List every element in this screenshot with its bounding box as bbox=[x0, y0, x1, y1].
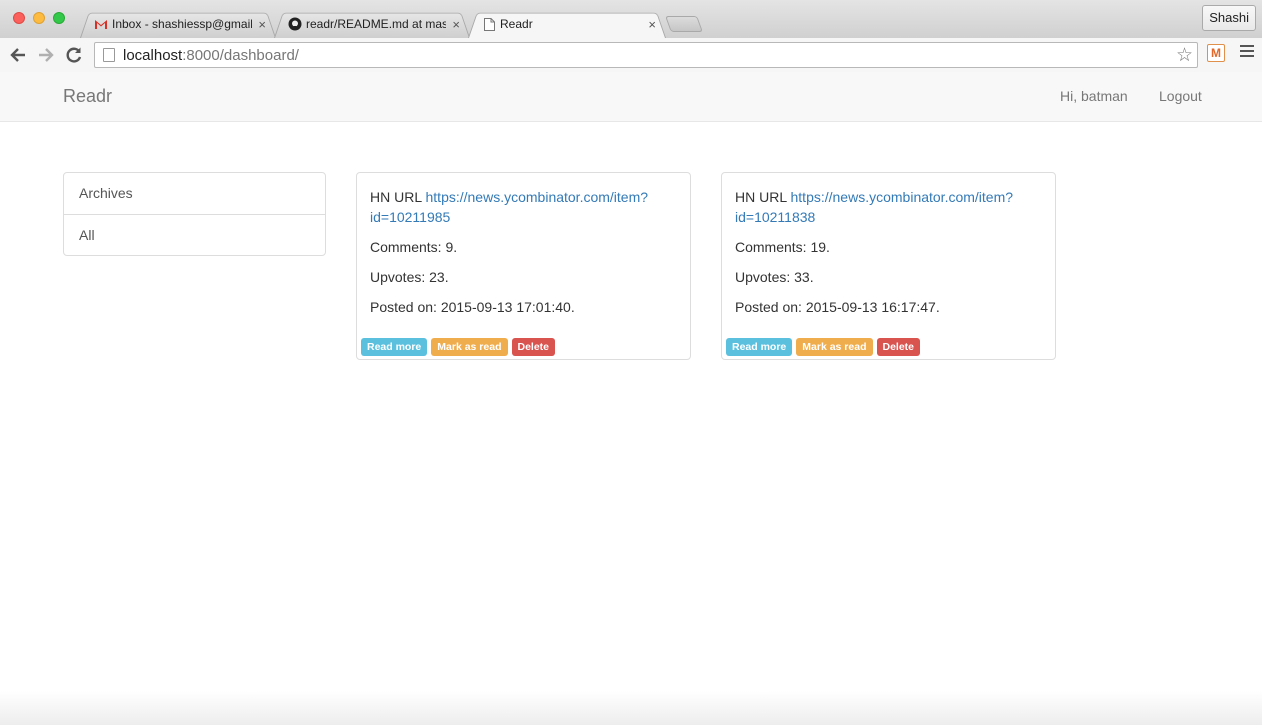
browser-tab-readr[interactable]: Readr × bbox=[468, 10, 666, 38]
bottom-shadow bbox=[0, 691, 1262, 725]
minimize-window-button[interactable] bbox=[33, 12, 45, 24]
browser-chrome: Inbox - shashiessp@gmail.com × readr/REA… bbox=[0, 0, 1262, 72]
url-text: localhost:8000/dashboard/ bbox=[123, 47, 299, 64]
close-tab-icon[interactable]: × bbox=[452, 17, 460, 32]
forward-arrow-icon[interactable] bbox=[34, 43, 58, 67]
upvotes-count: Upvotes: 33. bbox=[735, 269, 814, 285]
mark-as-read-button[interactable]: Mark as read bbox=[796, 338, 873, 356]
article-card: HN URL https://news.ycombinator.com/item… bbox=[356, 172, 691, 360]
greeting-link[interactable]: Hi, batman bbox=[1060, 88, 1128, 104]
extension-icon[interactable]: M bbox=[1207, 44, 1225, 62]
delete-button[interactable]: Delete bbox=[876, 338, 921, 356]
hn-url-label: HN URL bbox=[370, 189, 422, 205]
url-host: localhost bbox=[123, 46, 183, 64]
zoom-window-button[interactable] bbox=[53, 12, 65, 24]
tab-title: readr/README.md at master bbox=[306, 17, 447, 31]
posted-on: Posted on: 2015-09-13 17:01:40. bbox=[370, 299, 575, 315]
close-tab-icon[interactable]: × bbox=[648, 17, 656, 32]
hn-url-line: HN URL https://news.ycombinator.com/item… bbox=[370, 187, 677, 227]
reload-icon[interactable] bbox=[62, 43, 86, 67]
delete-button[interactable]: Delete bbox=[511, 338, 556, 356]
page: Readr Hi, batman Logout Archives All HN … bbox=[0, 72, 1262, 725]
read-more-button[interactable]: Read more bbox=[726, 338, 793, 356]
browser-tab-github[interactable]: readr/README.md at master × bbox=[274, 10, 470, 38]
brand-link[interactable]: Readr bbox=[63, 86, 112, 107]
hn-url-label: HN URL bbox=[735, 189, 787, 205]
back-arrow-icon[interactable] bbox=[6, 43, 30, 67]
bookmark-star-icon[interactable]: ☆ bbox=[1176, 44, 1193, 67]
tab-title: Inbox - shashiessp@gmail.com bbox=[112, 17, 253, 31]
article-card: HN URL https://news.ycombinator.com/item… bbox=[721, 172, 1056, 360]
logout-link[interactable]: Logout bbox=[1159, 88, 1202, 104]
card-actions: Read more Mark as read Delete bbox=[361, 338, 556, 356]
tab-title: Readr bbox=[500, 17, 533, 31]
comments-count: Comments: 9. bbox=[370, 239, 458, 255]
read-more-button[interactable]: Read more bbox=[361, 338, 428, 356]
gmail-icon bbox=[94, 17, 108, 31]
profile-button[interactable]: Shashi bbox=[1202, 5, 1256, 31]
menu-icon[interactable] bbox=[1240, 45, 1254, 59]
new-tab-button[interactable] bbox=[665, 16, 703, 32]
browser-toolbar: localhost:8000/dashboard/ ☆ bbox=[0, 38, 1262, 72]
card-body: HN URL https://news.ycombinator.com/item… bbox=[722, 173, 1055, 317]
close-window-button[interactable] bbox=[13, 12, 25, 24]
sidebar-item-all[interactable]: All bbox=[64, 214, 325, 255]
address-bar[interactable]: localhost:8000/dashboard/ ☆ bbox=[94, 42, 1198, 68]
tab-strip: Inbox - shashiessp@gmail.com × readr/REA… bbox=[0, 0, 1262, 38]
upvotes-count: Upvotes: 23. bbox=[370, 269, 449, 285]
navbar: Readr Hi, batman Logout bbox=[0, 72, 1262, 122]
page-icon bbox=[103, 48, 115, 62]
sidebar-item-archives[interactable]: Archives bbox=[64, 173, 325, 214]
browser-tab-gmail[interactable]: Inbox - shashiessp@gmail.com × bbox=[80, 10, 276, 38]
card-actions: Read more Mark as read Delete bbox=[726, 338, 921, 356]
page-icon bbox=[482, 17, 496, 31]
posted-on: Posted on: 2015-09-13 16:17:47. bbox=[735, 299, 940, 315]
mark-as-read-button[interactable]: Mark as read bbox=[431, 338, 508, 356]
card-body: HN URL https://news.ycombinator.com/item… bbox=[357, 173, 690, 317]
close-tab-icon[interactable]: × bbox=[258, 17, 266, 32]
sidebar: Archives All bbox=[63, 172, 326, 256]
hn-url-line: HN URL https://news.ycombinator.com/item… bbox=[735, 187, 1042, 227]
comments-count: Comments: 19. bbox=[735, 239, 830, 255]
github-icon bbox=[288, 17, 302, 31]
url-path: :8000/dashboard/ bbox=[182, 46, 299, 64]
